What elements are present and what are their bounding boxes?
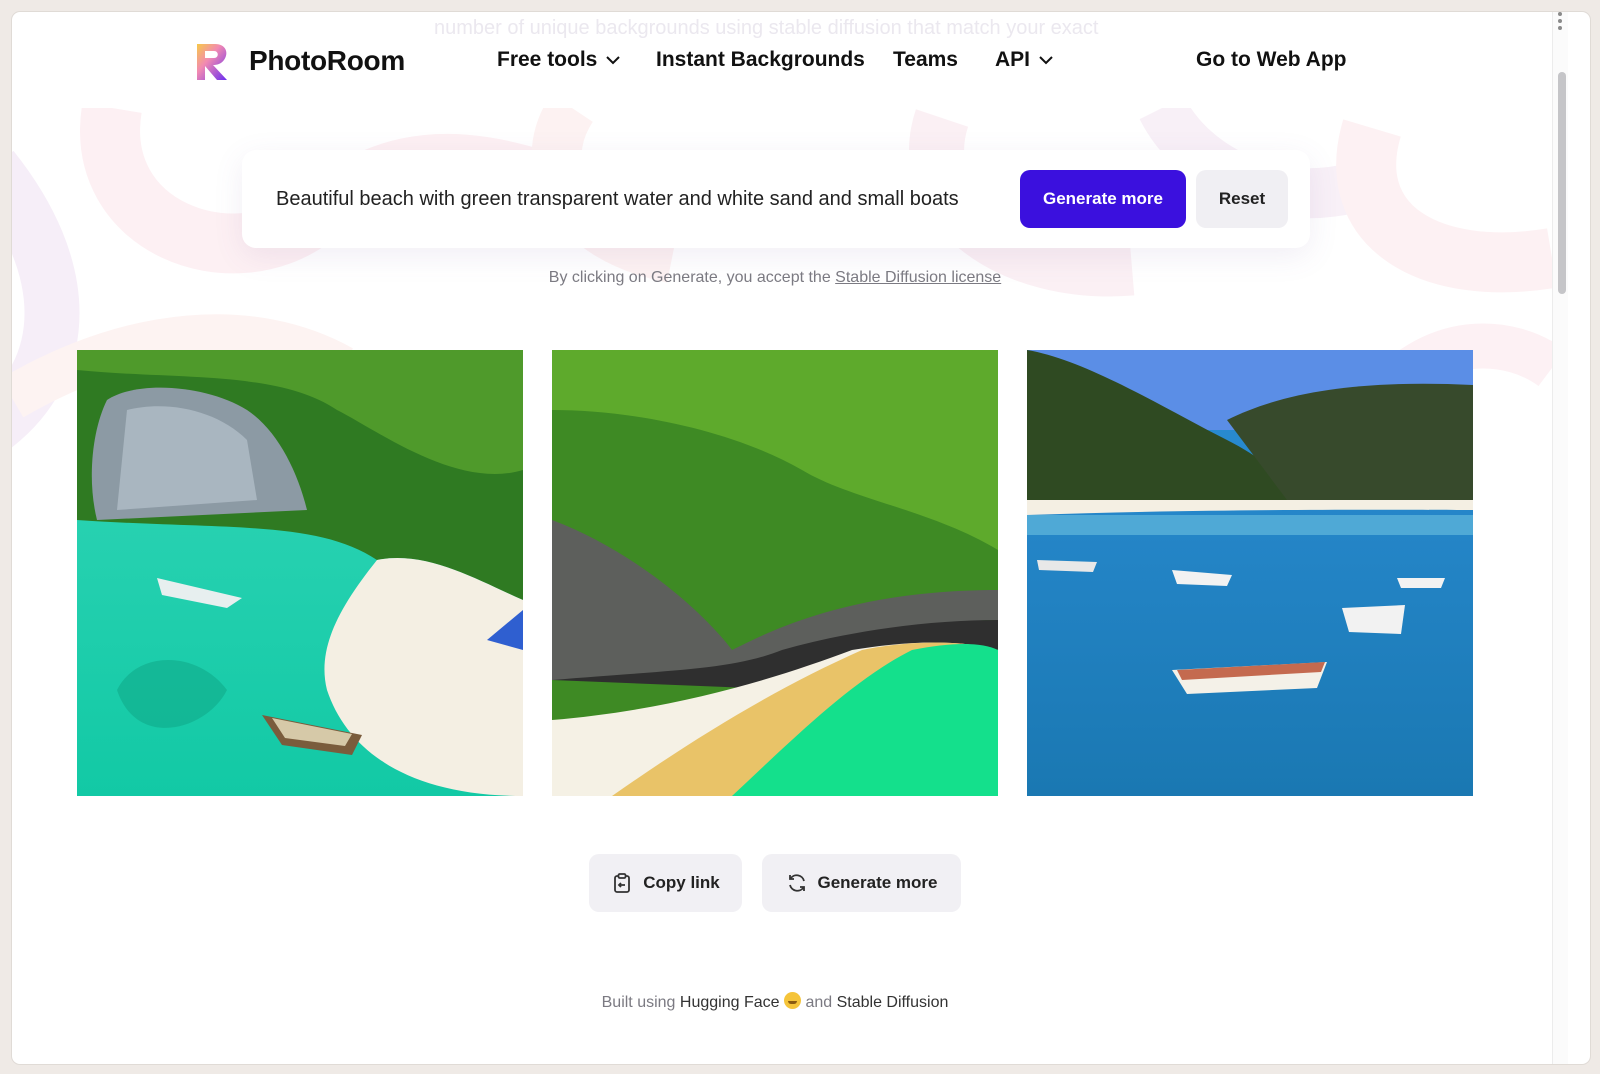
chevron-down-icon (606, 56, 621, 65)
nav-web-app-label: Go to Web App (1196, 48, 1347, 71)
refresh-icon (788, 874, 805, 892)
prompt-input[interactable] (258, 174, 998, 224)
license-notice: By clicking on Generate, you accept the … (12, 269, 1538, 287)
generate-more-bottom-button[interactable]: Generate more (762, 854, 961, 912)
brand-name: PhotoRoom (249, 45, 405, 76)
copy-link-button[interactable]: Copy link (589, 854, 742, 912)
copy-link-label: Copy link (643, 873, 720, 892)
nav-free-tools[interactable]: Free tools (497, 48, 621, 72)
browser-window: number of unique backgrounds using stabl… (12, 12, 1590, 1064)
photoroom-logo-icon (197, 44, 227, 80)
stable-diffusion-link[interactable]: Stable Diffusion (837, 994, 949, 1011)
scrollbar-thumb[interactable] (1558, 72, 1566, 294)
nav-instant-backgrounds-label: Instant Backgrounds (656, 48, 865, 71)
beach-image-3 (1027, 350, 1473, 796)
hugging-face-link[interactable]: Hugging Face (680, 994, 780, 1011)
footer-credits: Built using Hugging Face and Stable Diff… (12, 992, 1538, 1012)
nav-instant-backgrounds[interactable]: Instant Backgrounds (656, 48, 865, 72)
kebab-menu-icon[interactable] (1558, 12, 1564, 33)
top-navigation: PhotoRoom Free tools Instant Backgrounds… (12, 12, 1552, 108)
reset-button[interactable]: Reset (1196, 170, 1288, 228)
generated-image-2[interactable] (552, 350, 998, 796)
nav-api[interactable]: API (995, 48, 1054, 72)
nav-free-tools-label: Free tools (497, 48, 598, 71)
prompt-card: Generate more Reset (242, 150, 1310, 248)
chevron-down-icon (1039, 56, 1053, 65)
clipboard-icon (614, 873, 631, 893)
stable-diffusion-license-link[interactable]: Stable Diffusion license (835, 269, 1001, 286)
nav-api-label: API (995, 48, 1031, 71)
footer-built-using: Built using (601, 994, 676, 1011)
nav-teams[interactable]: Teams (893, 48, 958, 72)
footer-and: and (805, 994, 833, 1011)
generated-image-1[interactable] (77, 350, 523, 796)
generate-more-label: Generate more (817, 873, 938, 892)
photoroom-logo[interactable]: PhotoRoom (193, 40, 405, 82)
vertical-scrollbar[interactable] (1552, 12, 1568, 1064)
beach-image-2 (552, 350, 998, 796)
nav-go-to-web-app[interactable]: Go to Web App (1196, 48, 1346, 72)
hugging-face-emoji-icon (783, 992, 801, 1009)
nav-teams-label: Teams (893, 48, 958, 71)
generate-more-button[interactable]: Generate more (1020, 170, 1186, 228)
beach-image-1 (77, 350, 523, 796)
generated-image-3[interactable] (1027, 350, 1473, 796)
license-text: By clicking on Generate, you accept the (548, 269, 831, 286)
